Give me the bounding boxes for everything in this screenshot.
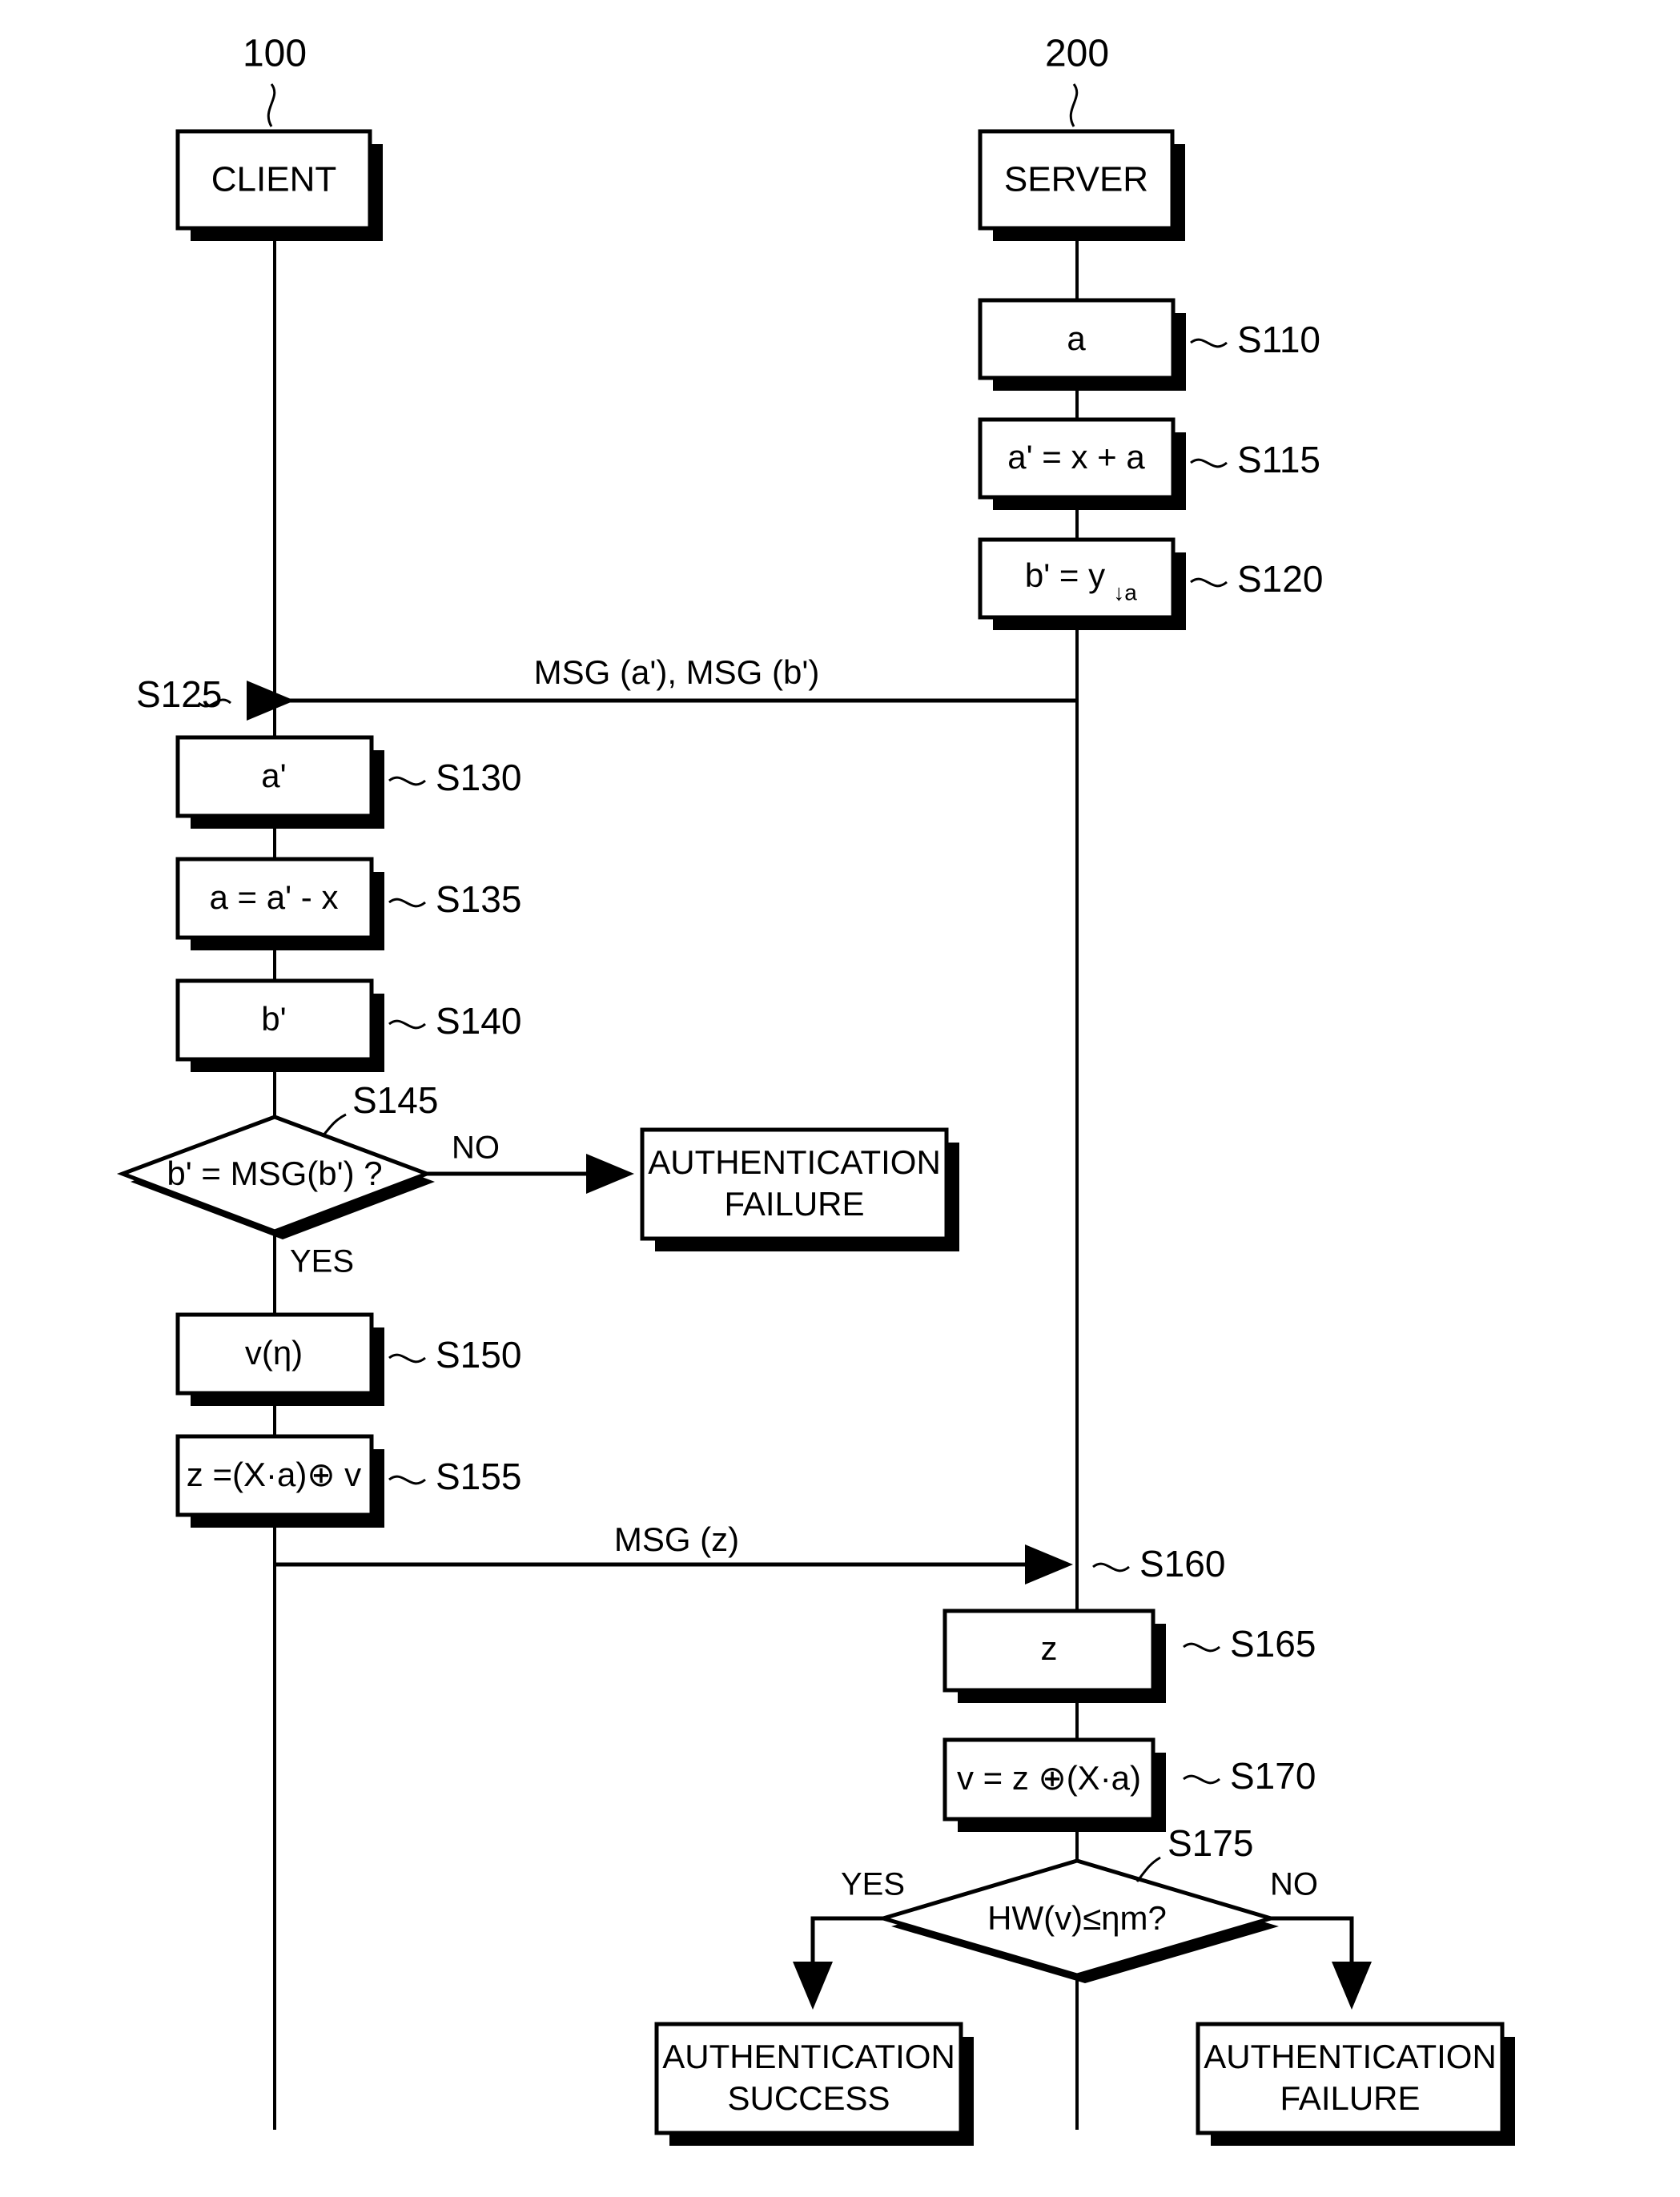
step-s115-text: a' = x + a	[1007, 438, 1145, 476]
client-reference-numeral: 100	[243, 33, 307, 75]
step-s155-text: z =(X·a)⊕ v	[187, 1456, 361, 1493]
message-s160-label: MSG (z)	[614, 1520, 739, 1558]
step-s115-label: S115	[1237, 439, 1320, 480]
server-auth-success-line2: SUCCESS	[727, 2079, 890, 2117]
step-s130-leader	[388, 776, 426, 786]
step-s135-leader	[388, 898, 426, 908]
patent-figure-canvas: 100 CLIENT 200 SERVER a S110 a' = x + a …	[0, 0, 1680, 2197]
client-auth-failure-line1: AUTHENTICATION	[648, 1143, 941, 1181]
step-s165-text: z	[1041, 1629, 1058, 1667]
sequence-flowchart: 100 CLIENT 200 SERVER a S110 a' = x + a …	[116, 33, 1515, 2146]
decision-s145-yes-label: YES	[290, 1244, 354, 1279]
step-s140-label: S140	[436, 1000, 521, 1042]
step-s120-label: S120	[1237, 558, 1323, 600]
step-s170-text: v = z ⊕(X·a)	[957, 1759, 1141, 1797]
step-s120-subscript: ↓a	[1113, 580, 1137, 604]
step-s115-leader	[1190, 458, 1228, 468]
server-auth-success-line1: AUTHENTICATION	[662, 2038, 955, 2075]
server-box-label: SERVER	[1004, 160, 1148, 199]
step-s150-label: S150	[436, 1334, 521, 1376]
decision-s175-yes-arrow	[793, 1916, 883, 2010]
step-s170-label: S170	[1230, 1755, 1316, 1797]
decision-s175-text: HW(v)≤ηm?	[987, 1899, 1167, 1937]
server-auth-failure-line1: AUTHENTICATION	[1204, 2038, 1497, 2075]
message-s125-label-step: S125	[136, 673, 222, 715]
step-s110-leader	[1190, 338, 1228, 348]
server-auth-failure-line2: FAILURE	[1280, 2079, 1420, 2117]
step-s155-leader	[388, 1475, 426, 1485]
decision-s175-leader	[1135, 1856, 1161, 1882]
server-reference-numeral: 200	[1045, 33, 1109, 75]
step-s140-leader	[388, 1019, 426, 1030]
message-s125-label: MSG (a'), MSG (b')	[534, 653, 820, 691]
step-s150-text: v(η)	[245, 1334, 303, 1372]
decision-s175-no-arrow	[1271, 1916, 1372, 2010]
step-s130-label: S130	[436, 757, 521, 798]
step-s165-leader	[1183, 1642, 1220, 1653]
decision-s175-no-label: NO	[1270, 1867, 1318, 1902]
step-s120-text: b' = y	[1025, 556, 1105, 594]
decision-s145-label: S145	[352, 1079, 438, 1121]
step-s110-text: a	[1067, 319, 1086, 357]
client-auth-failure-line2: FAILURE	[724, 1185, 864, 1223]
client-leader-line	[267, 83, 276, 127]
client-box-label: CLIENT	[211, 160, 336, 199]
message-s160-label-step: S160	[1139, 1543, 1225, 1584]
step-s120-leader	[1190, 577, 1228, 588]
step-s135-text: a = a' - x	[210, 878, 339, 916]
step-s155-label: S155	[436, 1456, 521, 1497]
server-leader-line	[1069, 83, 1079, 127]
step-s135-label: S135	[436, 878, 521, 920]
decision-s145-leader	[321, 1113, 347, 1137]
step-s110-label: S110	[1237, 319, 1320, 360]
decision-s145-text: b' = MSG(b') ?	[167, 1155, 382, 1192]
step-s170-leader	[1183, 1774, 1220, 1785]
step-s165-label: S165	[1230, 1623, 1316, 1665]
step-s130-text: a'	[261, 757, 286, 794]
step-s150-leader	[388, 1353, 426, 1364]
step-s140-text: b'	[261, 1000, 286, 1038]
decision-s175-label: S175	[1168, 1822, 1253, 1864]
message-s160-leader	[1092, 1562, 1130, 1572]
decision-s145-no-label: NO	[452, 1131, 500, 1166]
decision-s175-yes-label: YES	[841, 1867, 905, 1902]
